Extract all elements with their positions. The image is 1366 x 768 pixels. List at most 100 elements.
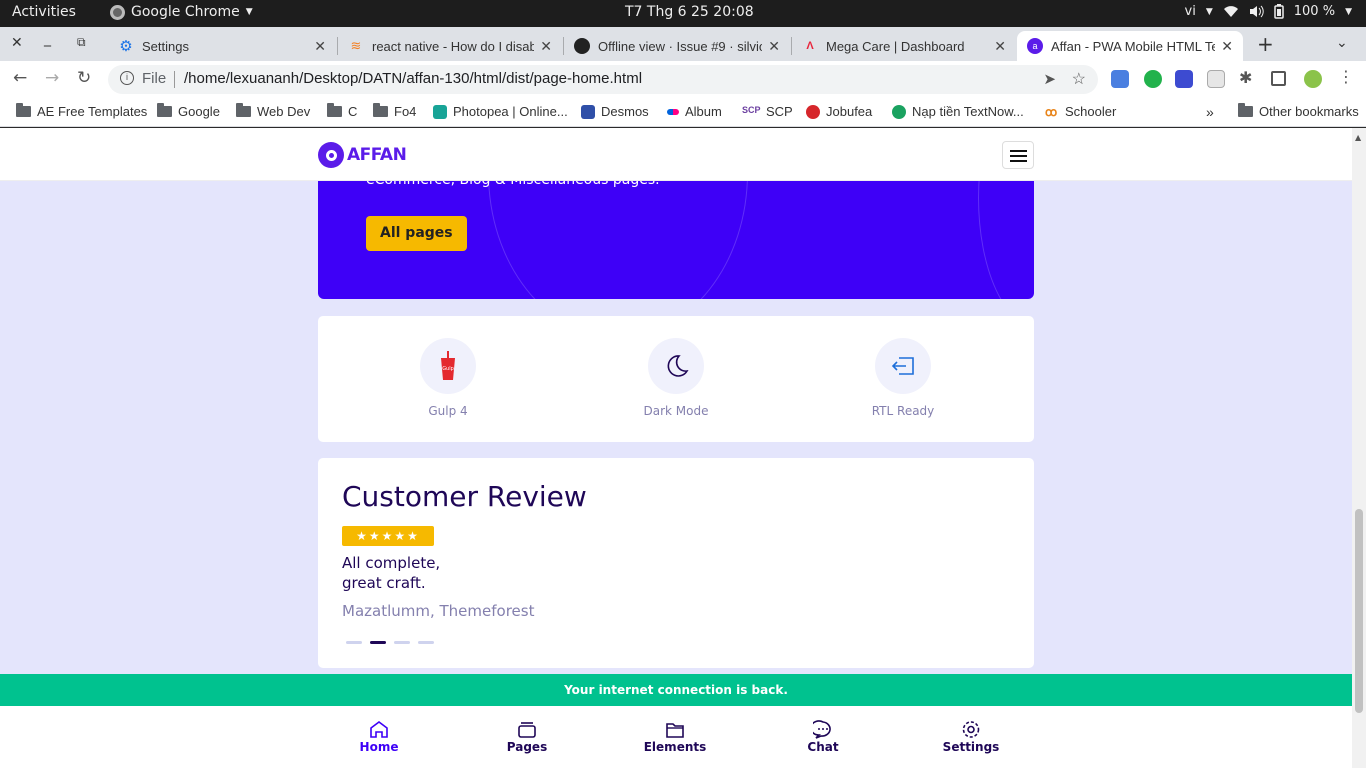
nav-label: Home: [359, 740, 399, 754]
close-tab-icon[interactable]: ✕: [540, 38, 552, 55]
nav-chat[interactable]: Chat: [778, 720, 868, 754]
carousel-dot[interactable]: [346, 641, 362, 644]
extension-icon[interactable]: [1175, 70, 1193, 88]
github-icon: [574, 38, 590, 54]
info-icon[interactable]: i: [120, 71, 134, 85]
system-tray[interactable]: vi ▼ 100 % ▼: [1185, 4, 1352, 19]
shield-extension-icon[interactable]: [1144, 70, 1162, 88]
bookmark-star-icon[interactable]: ☆: [1072, 69, 1086, 89]
nav-pages[interactable]: Pages: [482, 720, 572, 754]
new-tab-icon[interactable]: +: [1257, 32, 1274, 56]
kebab-menu-icon[interactable]: ⋮: [1338, 67, 1354, 86]
nav-elements[interactable]: Elements: [630, 720, 720, 754]
bookmark-item[interactable]: C: [327, 103, 357, 119]
battery-level: 100 %: [1293, 4, 1336, 19]
textnow-icon: [892, 104, 906, 119]
folder-icon: [1238, 103, 1253, 117]
tab-mega-care[interactable]: Λ Mega Care | Dashboard ✕: [792, 31, 1016, 61]
chat-icon: [813, 720, 831, 739]
gulp-icon: Gulp: [420, 338, 476, 394]
send-icon[interactable]: ➤: [1043, 70, 1056, 88]
scroll-up-icon[interactable]: ▲: [1355, 133, 1361, 142]
folder-icon: [157, 103, 172, 117]
folder-icon: [236, 103, 251, 117]
tab-affan[interactable]: a Affan - PWA Mobile HTML Tem ✕: [1017, 31, 1243, 61]
bookmarks-bar: AE Free Templates Google Web Dev C Fo4 P…: [0, 97, 1366, 127]
other-bookmarks[interactable]: Other bookmarks: [1238, 103, 1359, 119]
nav-home[interactable]: Home: [334, 720, 424, 754]
input-language[interactable]: vi: [1185, 4, 1196, 19]
forward-icon[interactable]: →: [45, 68, 59, 88]
bookmark-label: Google: [178, 104, 220, 119]
all-pages-button[interactable]: All pages: [366, 216, 467, 251]
bookmarks-overflow-icon[interactable]: »: [1206, 104, 1214, 120]
feature-gulp[interactable]: Gulp Gulp 4: [378, 338, 518, 418]
folder-icon: [666, 723, 684, 738]
nav-settings[interactable]: Settings: [926, 720, 1016, 754]
bookmark-item[interactable]: Web Dev: [236, 103, 311, 119]
profile-avatar[interactable]: [1304, 70, 1322, 88]
bookmark-item[interactable]: AE Free Templates: [16, 103, 147, 119]
tab-stackoverflow[interactable]: ≋ react native - How do I disable ✕: [338, 31, 562, 61]
feature-label: Dark Mode: [643, 404, 709, 418]
bookmark-item[interactable]: Desmos: [581, 104, 649, 119]
activities-button[interactable]: Activities: [12, 4, 76, 20]
moon-icon: [648, 338, 704, 394]
feature-rtl[interactable]: RTL Ready: [833, 338, 973, 418]
folder-icon: [16, 103, 31, 117]
chevron-down-icon: ▼: [1345, 6, 1352, 17]
bookmark-item[interactable]: Photopea | Online...: [433, 104, 568, 119]
page-scrollbar[interactable]: ▲: [1352, 128, 1366, 768]
app-menu[interactable]: Google Chrome ▼: [110, 4, 253, 20]
bookmark-item[interactable]: SCP SCP: [742, 104, 793, 119]
tab-settings[interactable]: ⚙ Settings ✕: [108, 31, 336, 61]
carousel-dot-active[interactable]: [370, 641, 386, 644]
tab-search-icon[interactable]: ⌄: [1336, 35, 1348, 51]
close-window-icon[interactable]: ✕: [11, 35, 23, 51]
url-text[interactable]: /home/lexuananh/Desktop/DATN/affan-130/h…: [184, 70, 642, 87]
bookmark-item[interactable]: ꝏ Schooler: [1045, 104, 1116, 119]
bookmark-item[interactable]: Nạp tiền TextNow...: [892, 104, 1024, 119]
reload-icon[interactable]: ↻: [77, 68, 91, 88]
svg-text:Gulp: Gulp: [442, 366, 454, 372]
chevron-down-icon: ▼: [245, 7, 253, 17]
address-bar[interactable]: i File /home/lexuananh/Desktop/DATN/affa…: [108, 65, 1098, 94]
stackoverflow-icon: ≋: [350, 38, 362, 53]
side-panel-icon[interactable]: [1271, 71, 1286, 86]
clock[interactable]: T7 Thg 6 25 20:08: [625, 4, 754, 20]
affan-logo[interactable]: AFFAN: [318, 142, 407, 168]
bookmark-label: Schooler: [1065, 104, 1117, 119]
footer-nav: Home Pages Elements Chat Settings: [0, 706, 1352, 768]
affan-icon: a: [1027, 38, 1043, 54]
translate-extension-icon[interactable]: [1111, 70, 1129, 88]
bookmark-item[interactable]: Fo4: [373, 103, 416, 119]
close-tab-icon[interactable]: ✕: [1221, 38, 1233, 55]
restore-window-icon[interactable]: ⧉: [77, 35, 86, 50]
minimize-window-icon[interactable]: _: [44, 31, 51, 47]
bookmark-item[interactable]: Google: [157, 103, 220, 119]
bookmark-item[interactable]: Album: [667, 104, 722, 119]
bookmark-item[interactable]: Jobufea: [806, 104, 872, 119]
tab-github-issue[interactable]: Offline view · Issue #9 · silvioll ✕: [564, 31, 790, 61]
close-tab-icon[interactable]: ✕: [314, 38, 326, 55]
nav-label: Pages: [506, 740, 548, 754]
tab-label: Mega Care | Dashboard: [826, 38, 965, 54]
hamburger-menu-button[interactable]: [1002, 141, 1034, 169]
close-tab-icon[interactable]: ✕: [768, 38, 780, 55]
feature-dark-mode[interactable]: Dark Mode: [606, 338, 746, 418]
app-header: AFFAN: [0, 128, 1352, 181]
tab-label: Settings: [142, 38, 189, 54]
carousel-dot[interactable]: [418, 641, 434, 644]
brave-shield-icon[interactable]: [1207, 70, 1225, 88]
app-name: Google Chrome: [131, 4, 240, 20]
gear-icon: ⚙: [119, 38, 133, 55]
close-tab-icon[interactable]: ✕: [994, 38, 1006, 55]
puzzle-icon[interactable]: ✱: [1239, 68, 1257, 87]
connection-toast: Your internet connection is back.: [0, 674, 1352, 706]
bookmark-label: Web Dev: [257, 104, 311, 119]
carousel-dot[interactable]: [394, 641, 410, 644]
desmos-icon: [581, 104, 595, 119]
review-quote: All complete, great craft.: [342, 554, 441, 592]
back-icon[interactable]: ←: [13, 68, 27, 88]
scrollbar-thumb[interactable]: [1355, 509, 1363, 713]
